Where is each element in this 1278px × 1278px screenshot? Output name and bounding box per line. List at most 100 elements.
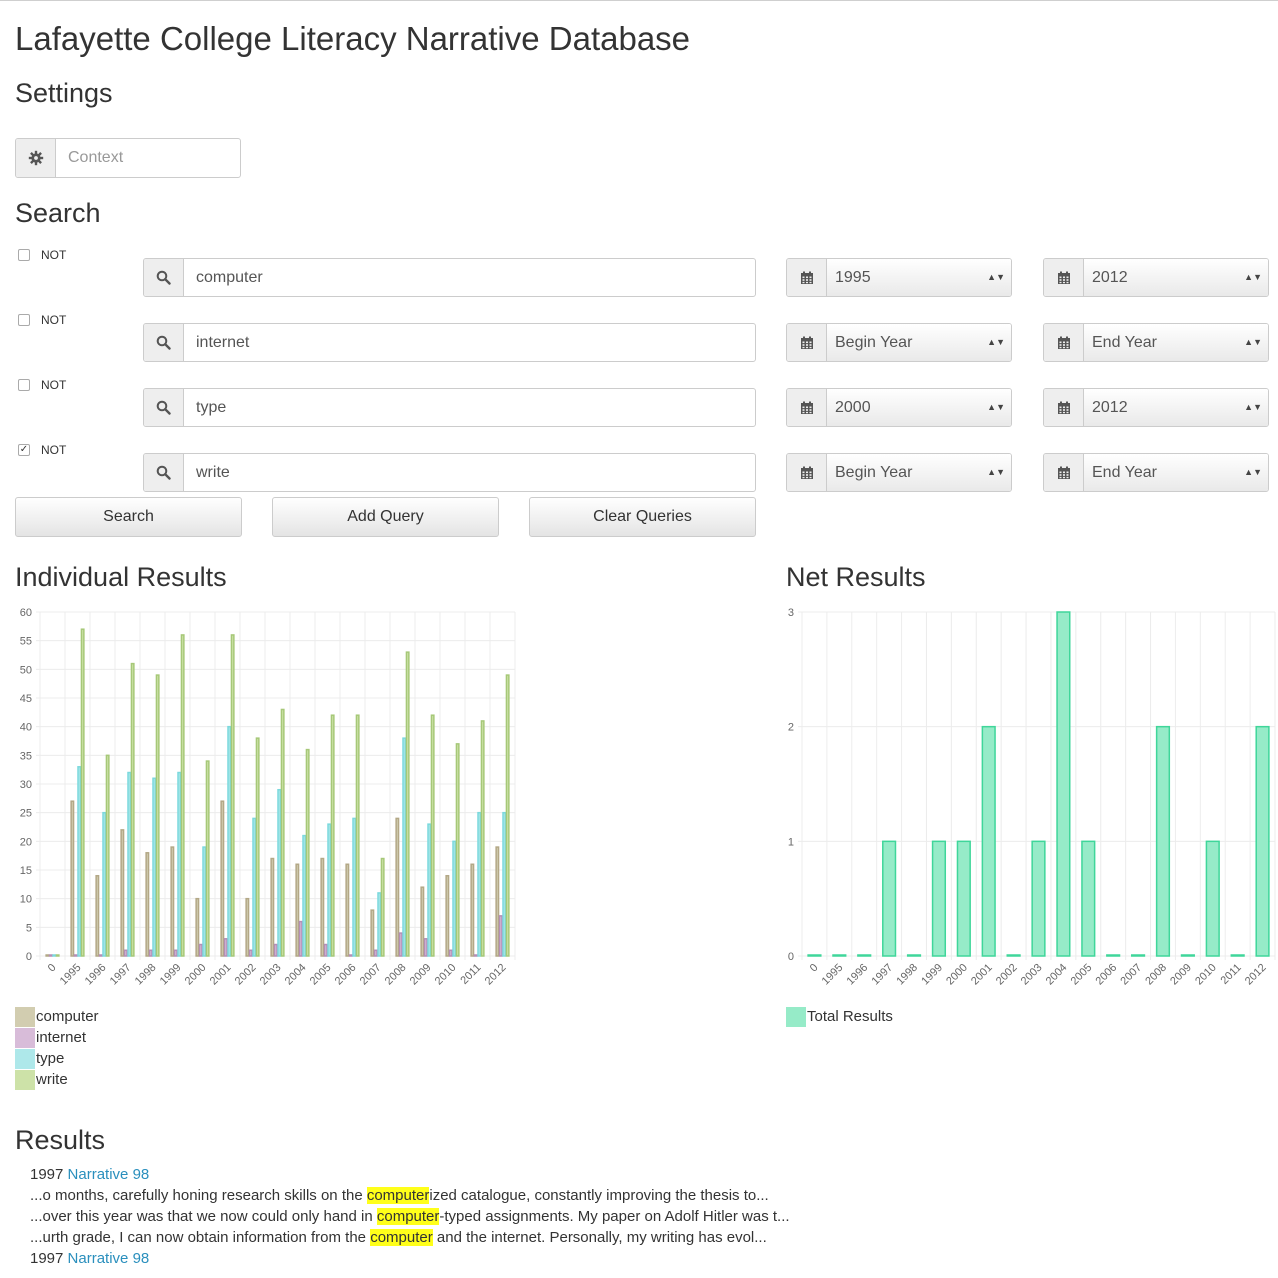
not-toggle: NOT <box>18 313 66 327</box>
bar-internet <box>298 920 303 957</box>
bar-type <box>152 777 157 957</box>
y-tick-label: 2 <box>788 722 794 734</box>
bar-computer <box>420 886 425 957</box>
bar-computer <box>395 817 400 957</box>
context-input-group: Context <box>15 138 241 178</box>
bar-total-results <box>1180 954 1195 957</box>
bar-write <box>105 754 110 957</box>
bar-type <box>277 788 282 957</box>
clear-queries-button[interactable]: Clear Queries <box>529 497 756 537</box>
not-checkbox[interactable] <box>18 314 30 326</box>
not-label: NOT <box>41 378 67 392</box>
bar-total-results <box>1155 725 1171 957</box>
x-tick-label: 2005 <box>1069 962 1095 988</box>
legend-label: write <box>36 1071 68 1088</box>
bar-total-results <box>1106 954 1121 957</box>
y-tick-label: 10 <box>20 894 32 906</box>
result-year: 1997 <box>30 1166 64 1183</box>
bar-internet <box>248 949 253 957</box>
x-tick-label: 0 <box>46 962 59 975</box>
result-year: 1997 <box>30 1250 64 1267</box>
bar-internet <box>198 943 203 957</box>
bar-computer <box>170 846 175 957</box>
bar-total-results <box>807 954 822 957</box>
end-year-value: End Year <box>1092 333 1157 351</box>
bar-total-results <box>931 840 947 957</box>
result-link[interactable]: Narrative 98 <box>68 1166 150 1183</box>
bar-type <box>127 771 132 957</box>
end-year-select[interactable]: 2012 ▲▼ <box>1084 389 1268 426</box>
net-results-chart: 01230 1995 1996 1997 1998 1999 2000 2001 2002 200… <box>788 607 1276 988</box>
end-year-select[interactable]: End Year ▲▼ <box>1084 454 1268 491</box>
bar-write <box>255 737 260 957</box>
bar-type <box>502 811 507 957</box>
legend-swatch <box>15 1048 35 1069</box>
bar-internet <box>323 943 328 957</box>
x-tick-label: 0 <box>808 962 821 975</box>
term-input[interactable]: internet <box>184 324 755 361</box>
bar-type <box>252 817 257 957</box>
results-list: 1997 Narrative 98 ...o months, carefully… <box>30 1164 790 1269</box>
end-year-select[interactable]: End Year ▲▼ <box>1084 324 1268 361</box>
bar-write <box>205 760 210 957</box>
bar-computer <box>70 800 75 957</box>
begin-year-value: 1995 <box>835 268 871 286</box>
bar-write <box>480 720 485 957</box>
term-input[interactable]: write <box>184 454 755 491</box>
select-arrows-icon: ▲▼ <box>987 402 1005 412</box>
end-year-value: 2012 <box>1092 398 1128 416</box>
not-checkbox[interactable]: ✓ <box>18 444 30 456</box>
legend-item: internet <box>15 1027 99 1048</box>
select-arrows-icon: ▲▼ <box>1244 272 1262 282</box>
bar-write <box>430 714 435 957</box>
not-checkbox[interactable] <box>18 249 30 261</box>
x-tick-label: 2003 <box>1019 962 1045 988</box>
not-checkbox[interactable] <box>18 379 30 391</box>
begin-year-select[interactable]: 2000 ▲▼ <box>827 389 1011 426</box>
end-year-group: End Year ▲▼ <box>1043 453 1269 492</box>
begin-year-select[interactable]: Begin Year ▲▼ <box>827 454 1011 491</box>
bar-internet <box>473 954 478 957</box>
bar-write <box>505 674 510 957</box>
x-tick-label: 2002 <box>994 962 1020 988</box>
gear-icon[interactable] <box>16 139 56 177</box>
results-heading: Results <box>15 1125 106 1155</box>
snippet-highlight: computer <box>370 1229 433 1246</box>
bar-total-results <box>956 840 971 957</box>
bar-write <box>55 954 60 957</box>
begin-year-select[interactable]: 1995 ▲▼ <box>827 259 1011 296</box>
search-button[interactable]: Search <box>15 497 242 537</box>
y-tick-label: 15 <box>20 865 32 877</box>
y-tick-label: 1 <box>788 836 794 848</box>
bar-internet <box>498 915 503 957</box>
bar-write <box>230 634 235 957</box>
bar-total-results <box>1255 725 1270 957</box>
bar-computer <box>195 897 200 957</box>
end-year-select[interactable]: 2012 ▲▼ <box>1084 259 1268 296</box>
result-link[interactable]: Narrative 98 <box>68 1250 150 1267</box>
individual-results-chart: 0510152025303540455055600 1995 1996 1997 199… <box>20 607 516 988</box>
bar-computer <box>45 954 50 957</box>
search-heading: Search <box>15 198 101 228</box>
bar-type <box>302 834 307 957</box>
result-entry: 1997 Narrative 98 <box>30 1164 790 1185</box>
begin-year-select[interactable]: Begin Year ▲▼ <box>827 324 1011 361</box>
bar-type <box>102 811 107 957</box>
context-input[interactable]: Context <box>56 139 240 177</box>
legend-item: Total Results <box>786 1006 893 1027</box>
net-results-legend: Total Results <box>786 1006 893 1027</box>
x-tick-label: 2006 <box>333 962 359 988</box>
y-tick-label: 25 <box>20 808 32 820</box>
x-tick-label: 2009 <box>408 962 434 988</box>
add-query-button[interactable]: Add Query <box>272 497 499 537</box>
select-arrows-icon: ▲▼ <box>1244 467 1262 477</box>
bar-internet <box>48 954 53 957</box>
term-input[interactable]: computer <box>184 259 755 296</box>
term-input[interactable]: type <box>184 389 755 426</box>
x-tick-label: 2007 <box>358 962 384 988</box>
x-tick-label: 2006 <box>1094 962 1120 988</box>
bar-internet <box>223 938 228 957</box>
bar-internet <box>373 949 378 957</box>
x-tick-label: 2002 <box>233 962 259 988</box>
end-year-value: 2012 <box>1092 268 1128 286</box>
